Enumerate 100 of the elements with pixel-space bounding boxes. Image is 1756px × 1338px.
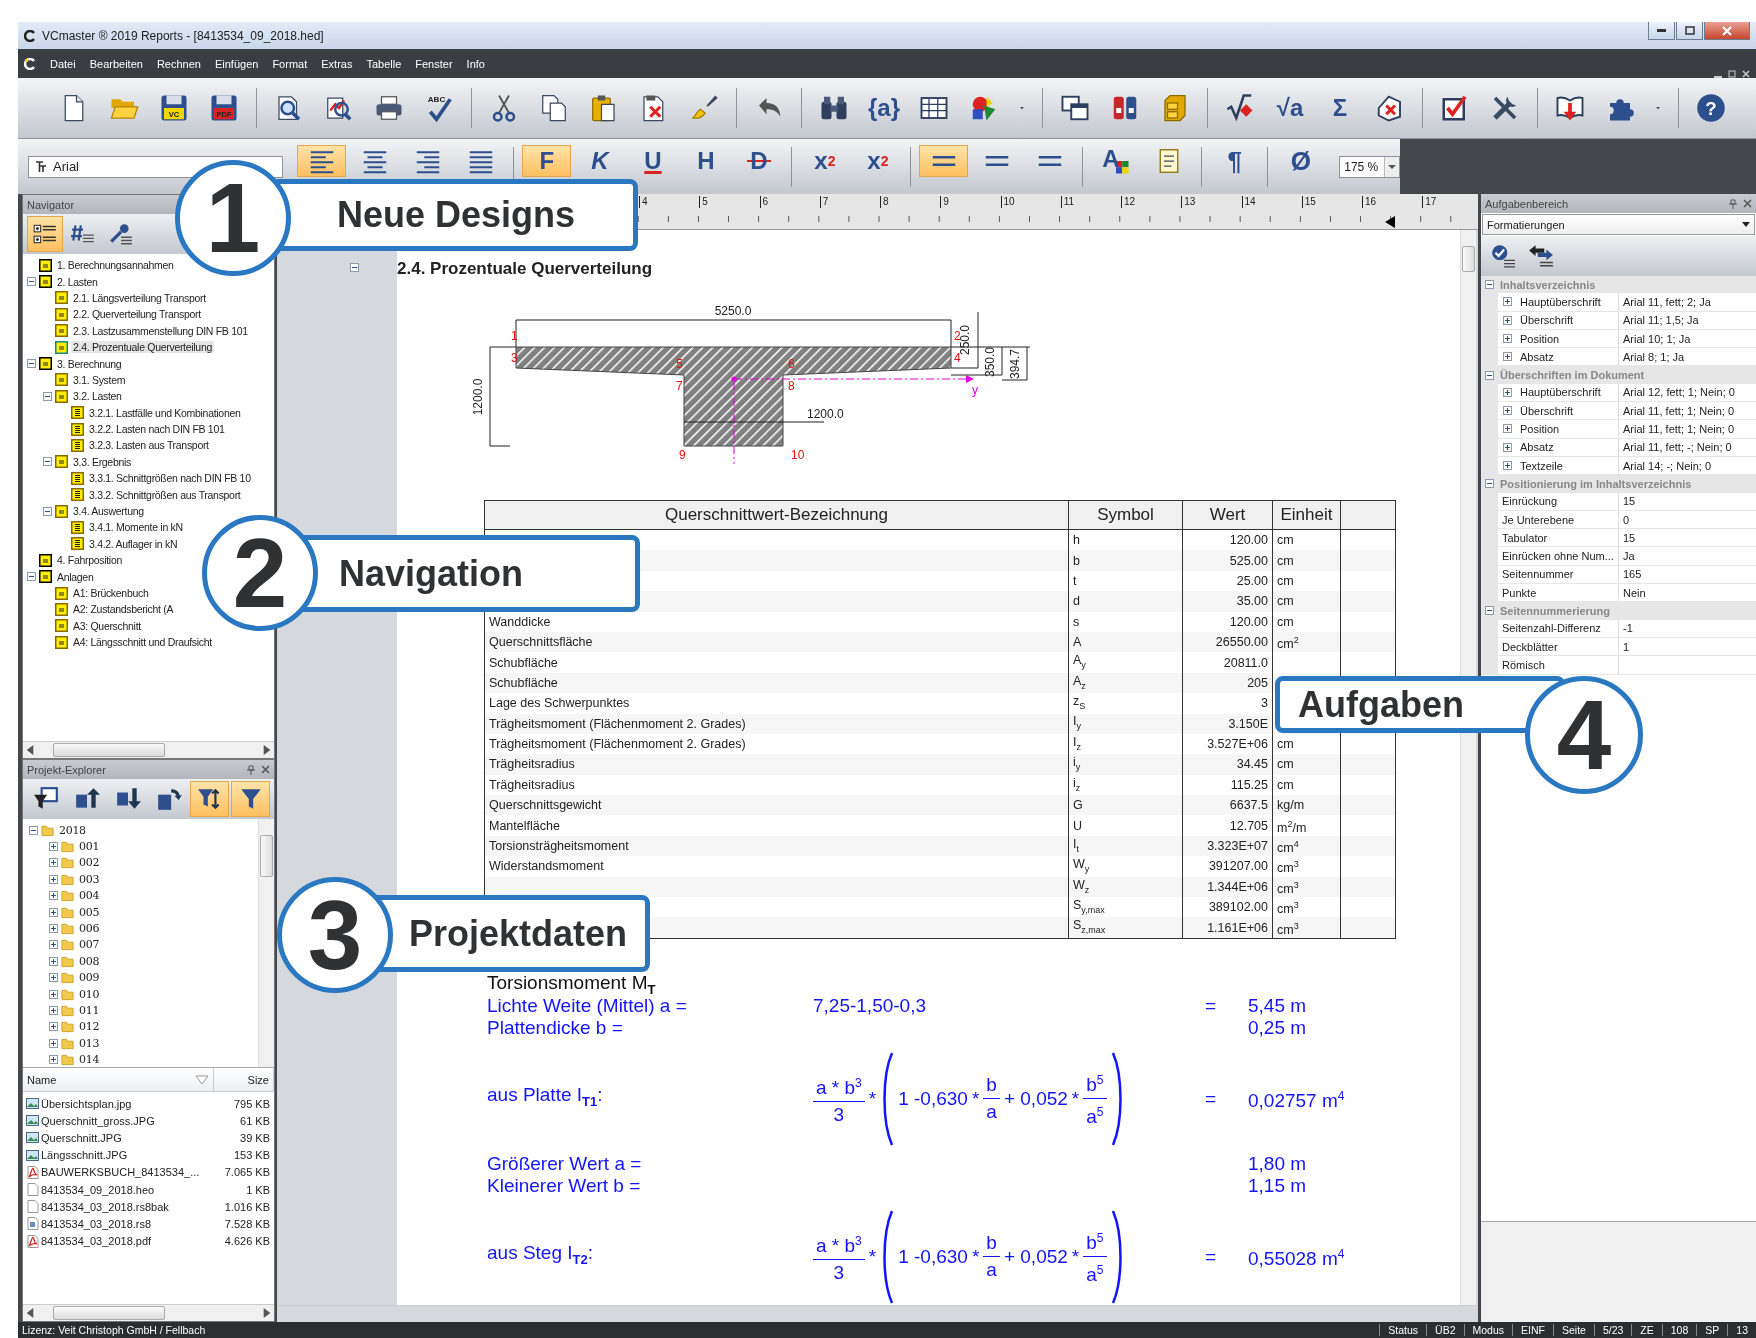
arrow-left-icon[interactable] — [25, 745, 35, 755]
italic-button[interactable]: K — [575, 145, 625, 177]
folder-item[interactable]: 008 — [77, 954, 102, 968]
pin-icon[interactable] — [247, 764, 255, 775]
collapse-icon[interactable] — [27, 572, 36, 582]
tree-item[interactable]: 2. Lasten — [55, 275, 100, 288]
folder-item[interactable]: 011 — [77, 1004, 102, 1017]
tree-item[interactable]: 2.1. Längsverteilung Transport — [71, 291, 208, 304]
maximize-button[interactable] — [1676, 22, 1703, 40]
arrow-right-icon[interactable] — [262, 745, 272, 755]
arrow-left-icon[interactable] — [25, 1308, 35, 1318]
folder-item[interactable]: 007 — [77, 938, 102, 952]
tree-item[interactable]: 3.2.3. Lasten aus Transport — [87, 439, 211, 452]
file-name[interactable]: Übersichtsplan.jpg — [41, 1097, 132, 1110]
tree-item[interactable]: Anlagen — [55, 570, 96, 583]
spell-button[interactable]: ABC — [417, 87, 461, 129]
folder-item[interactable]: 001 — [77, 840, 102, 854]
symbol-button[interactable]: ¶ — [1210, 145, 1260, 177]
menu-item[interactable]: Einfügen — [214, 57, 259, 70]
folder-item[interactable]: 005 — [77, 905, 102, 919]
tree-view-button[interactable] — [27, 216, 63, 252]
tree-item[interactable]: A3: Querschnitt — [71, 619, 143, 632]
line-spacing-button[interactable] — [919, 145, 969, 177]
expand-icon[interactable] — [1503, 460, 1512, 470]
expand-icon[interactable] — [49, 907, 58, 917]
folder-item[interactable]: 004 — [77, 889, 102, 903]
tree-item[interactable]: 3.2.1. Lastfälle und Kombinationen — [87, 406, 243, 419]
menu-item[interactable]: Format — [272, 57, 308, 70]
underline-button[interactable]: U — [628, 145, 678, 177]
file-name[interactable]: BAUWERKSBUCH_8413534_... — [41, 1166, 200, 1179]
folder-item[interactable]: 013 — [77, 1036, 102, 1050]
formula-button[interactable]: √a — [1268, 87, 1312, 129]
bold-button[interactable]: F — [522, 145, 572, 177]
menu-item[interactable]: Datei — [50, 57, 76, 70]
file-name[interactable]: Querschnitt_gross.JPG — [41, 1114, 155, 1127]
tree-item[interactable]: 3.3. Ergebnis — [71, 455, 133, 468]
expand-icon[interactable] — [1503, 424, 1512, 434]
tree-item[interactable]: A2: Zustandsbericht (A — [71, 603, 176, 616]
tree-item[interactable]: 2.3. Lastzusammenstellung DIN FB 101 — [71, 324, 250, 337]
column-header[interactable]: Size — [214, 1068, 274, 1091]
close-icon[interactable] — [261, 765, 270, 774]
zoom-field[interactable]: 175 % — [1339, 155, 1400, 178]
formula-button[interactable]: {a} — [862, 87, 906, 129]
expand-icon[interactable] — [49, 1055, 58, 1065]
expand-icon[interactable] — [49, 1022, 58, 1032]
font-color-button[interactable]: A — [1091, 145, 1141, 177]
expand-icon[interactable] — [1503, 333, 1512, 343]
folder-item[interactable]: 012 — [77, 1020, 102, 1034]
expand-icon[interactable] — [1503, 442, 1512, 452]
file-name[interactable]: Längsschnitt.JPG — [41, 1149, 128, 1162]
close-icon[interactable] — [1743, 199, 1752, 208]
tree-item[interactable]: 3.4.1. Momente in kN — [87, 521, 185, 534]
tree-item[interactable]: 2.2. Querverteilung Transport — [71, 308, 203, 321]
vertical-scrollbar[interactable] — [258, 819, 274, 1067]
tree-item[interactable]: 2.4. Prozentuale Querverteilung — [71, 341, 214, 354]
folder-item[interactable]: 014 — [77, 1053, 102, 1067]
menu-item[interactable]: Fenster — [415, 57, 453, 70]
expand-icon[interactable] — [49, 1006, 58, 1015]
collapse-icon[interactable] — [1485, 606, 1494, 616]
filter-button[interactable] — [231, 781, 270, 817]
column-header[interactable]: Name — [23, 1068, 214, 1091]
collapse-icon[interactable] — [350, 263, 359, 272]
expand-icon[interactable] — [1503, 297, 1512, 307]
horizontal-scrollbar[interactable] — [23, 1304, 274, 1321]
expand-icon[interactable] — [49, 1038, 58, 1048]
collapse-icon[interactable] — [43, 506, 52, 516]
save-vc-button[interactable]: VC — [152, 87, 196, 129]
menu-item[interactable]: Bearbeiten — [89, 57, 143, 70]
menu-item[interactable]: Extras — [321, 57, 353, 70]
arrow-right-icon[interactable] — [262, 1308, 272, 1318]
expand-icon[interactable] — [1503, 315, 1512, 325]
minimize-button[interactable] — [1648, 22, 1675, 40]
collapse-icon[interactable] — [43, 457, 52, 467]
tree-item[interactable]: A1: Brückenbuch — [71, 587, 151, 599]
collapse-icon[interactable] — [29, 825, 38, 835]
tree-item[interactable]: 4. Fahrposition — [55, 554, 124, 567]
help-button[interactable]: ? — [1689, 87, 1733, 129]
expand-icon[interactable] — [49, 924, 58, 934]
folder-item[interactable]: 010 — [77, 987, 102, 1001]
tree-item[interactable]: 3.2. Lasten — [71, 390, 124, 403]
formula-button[interactable]: Σ — [1318, 87, 1362, 129]
collapse-icon[interactable] — [1485, 280, 1494, 290]
folder-item[interactable]: 003 — [77, 872, 102, 886]
letter-button[interactable]: H — [681, 145, 731, 177]
caret-icon[interactable] — [1387, 163, 1396, 170]
script-button[interactable]: x$^{2}$ — [800, 145, 850, 177]
tree-item[interactable]: 3.4.2. Auflager in kN — [87, 537, 180, 550]
menu-item[interactable]: Rechnen — [156, 57, 201, 70]
close-button[interactable] — [1704, 22, 1750, 40]
expand-icon[interactable] — [49, 956, 58, 966]
tree-item[interactable]: 3.3.2. Schnittgrößen aus Transport — [87, 488, 243, 501]
tree-item[interactable]: 1. Berechnungsannahmen — [55, 259, 176, 272]
file-name[interactable]: 8413534_03_2018.rs8 — [41, 1217, 152, 1230]
pin-icon[interactable] — [1729, 198, 1737, 209]
file-name[interactable]: 8413534_03_2018.pdf — [41, 1235, 152, 1248]
collapse-icon[interactable] — [43, 391, 52, 401]
tree-item[interactable]: 3.2.2. Lasten nach DIN FB 101 — [87, 423, 227, 436]
collapse-icon[interactable] — [27, 359, 36, 369]
folder-item[interactable]: 2018 — [57, 823, 88, 837]
expand-icon[interactable] — [1503, 387, 1512, 397]
